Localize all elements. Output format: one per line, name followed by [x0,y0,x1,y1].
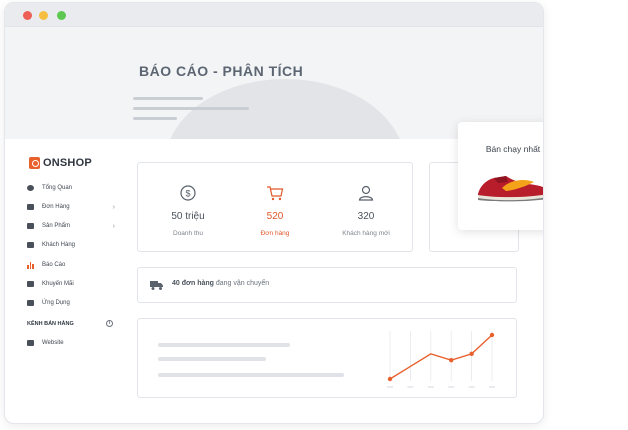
title-bar [5,3,543,27]
browser-window: BÁO CÁO - PHÂN TÍCH ONSHOP Tổng Quan Đơn… [4,2,544,424]
sidebar-item-label: Website [42,340,64,346]
sidebar-item-label: Khuyến Mãi [42,281,74,287]
sneaker-icon [478,176,543,202]
brand-logo[interactable]: ONSHOP [29,157,92,169]
sidebar-item-reports[interactable]: Báo Cáo [27,258,117,272]
cart-icon [27,204,34,210]
sidebar-item-products[interactable]: Sản Phẩm › [27,219,117,233]
shipping-status-text: 40 đơn hàng đang vận chuyển [172,280,270,287]
chart-point [489,332,495,338]
chevron-right-icon: › [112,203,115,211]
sidebar-item-website[interactable]: Website [27,336,117,350]
banner-placeholder-line [133,107,249,110]
maximize-window-button[interactable] [57,11,66,20]
shipping-status-bar[interactable]: 40 đơn hàng đang vận chuyển [137,267,517,303]
gift-icon [27,281,34,287]
new-customers-value: 320 [357,211,375,222]
shopping-bag-icon [29,157,40,169]
sidebar-item-customers[interactable]: Khách Hàng [27,238,117,252]
brand-name: ONSHOP [43,157,92,169]
best-seller-popup[interactable]: Bán chạy nhất [458,122,543,230]
sidebar-item-label: Khách Hàng [42,242,76,248]
sidebar-item-label: Tổng Quan [42,185,73,191]
sidebar-item-label: Báo Cáo [42,262,66,268]
new-customers-label: Khách hàng mới [342,230,390,237]
dollar-icon: $ [180,185,196,201]
new-customers-stat[interactable]: 320 Khách hàng mới [321,183,411,237]
sales-trend-chart [387,331,495,388]
sidebar-item-label: Đơn Hàng [42,204,70,210]
apps-icon [27,300,34,306]
revenue-value: 50 triệu [171,211,205,222]
page-title: BÁO CÁO - PHÂN TÍCH [139,63,304,79]
svg-text:$: $ [185,189,190,199]
revenue-label: Doanh thu [173,230,203,237]
revenue-stat[interactable]: $ 50 triệu Doanh thu [143,183,233,237]
pie-icon [27,185,34,191]
sidebar-item-apps[interactable]: Ứng Dụng [27,296,117,310]
info-icon[interactable]: i [106,320,113,327]
banner-placeholder-line [133,97,203,100]
tag-icon [27,223,34,229]
orders-stat[interactable]: 520 Đơn hàng [230,183,320,237]
minimize-window-button[interactable] [39,11,48,20]
chart-point [469,351,474,357]
chevron-right-icon: › [112,222,115,230]
sidebar-item-orders[interactable]: Đơn Hàng › [27,200,117,214]
sidebar-item-label: Ứng Dụng [42,300,70,306]
stats-card: $ 50 triệu Doanh thu 520 Đơn hàng 320 Kh… [137,162,413,252]
contacts-icon [27,242,34,248]
placeholder-line [158,343,290,347]
best-seller-title: Bán chạy nhất [485,144,541,154]
user-icon [358,185,374,201]
sales-channels-heading: KÊNH BÁN HÀNG i [27,320,113,327]
chart-point [387,376,393,382]
sidebar-item-label: Sản Phẩm [42,223,71,229]
store-icon [27,340,34,346]
placeholder-line [158,357,266,361]
chart-series-line [389,334,493,380]
truck-icon [150,281,163,290]
placeholder-line [158,373,344,377]
banner-placeholder-line [133,117,177,120]
orders-label: Đơn hàng [260,230,290,237]
cart-icon [267,186,284,201]
sidebar: ONSHOP Tổng Quan Đơn Hàng › Sản Phẩm › K… [5,139,123,423]
sidebar-item-overview[interactable]: Tổng Quan [27,181,117,195]
report-chart-card [137,318,517,398]
chart-point [449,357,454,363]
sidebar-item-promotions[interactable]: Khuyến Mãi [27,277,117,291]
orders-value: 520 [266,211,284,222]
bar-chart-icon [27,261,35,269]
close-window-button[interactable] [23,11,32,20]
